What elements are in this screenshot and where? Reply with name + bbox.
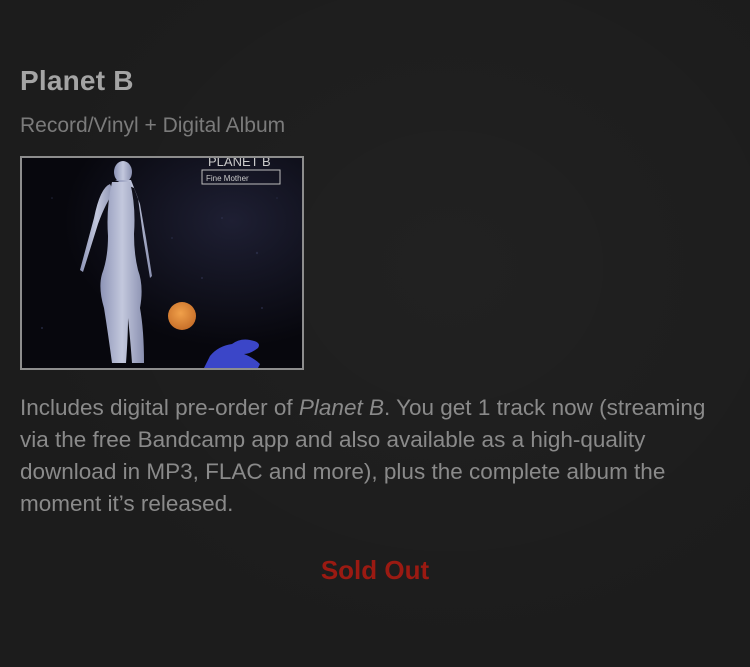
album-title: Planet B <box>20 65 134 96</box>
cover-corner-title: PLANET B <box>208 158 271 169</box>
page: Planet B Record/Vinyl + Digital Album PL… <box>0 0 750 667</box>
description-album-name: Planet B <box>298 395 384 420</box>
sun-circle <box>168 302 196 330</box>
product-description: Includes digital pre-order of Planet B. … <box>20 392 735 520</box>
album-cover-art: PLANET B Fine Mother <box>22 158 302 368</box>
description-text-1: Includes digital pre-order of <box>20 395 299 420</box>
album-cover[interactable]: PLANET B Fine Mother <box>20 156 304 370</box>
cover-corner-subtitle: Fine Mother <box>206 174 249 183</box>
format-label: Record/Vinyl + Digital Album <box>20 114 286 137</box>
sold-out-status: Sold Out <box>320 555 430 585</box>
